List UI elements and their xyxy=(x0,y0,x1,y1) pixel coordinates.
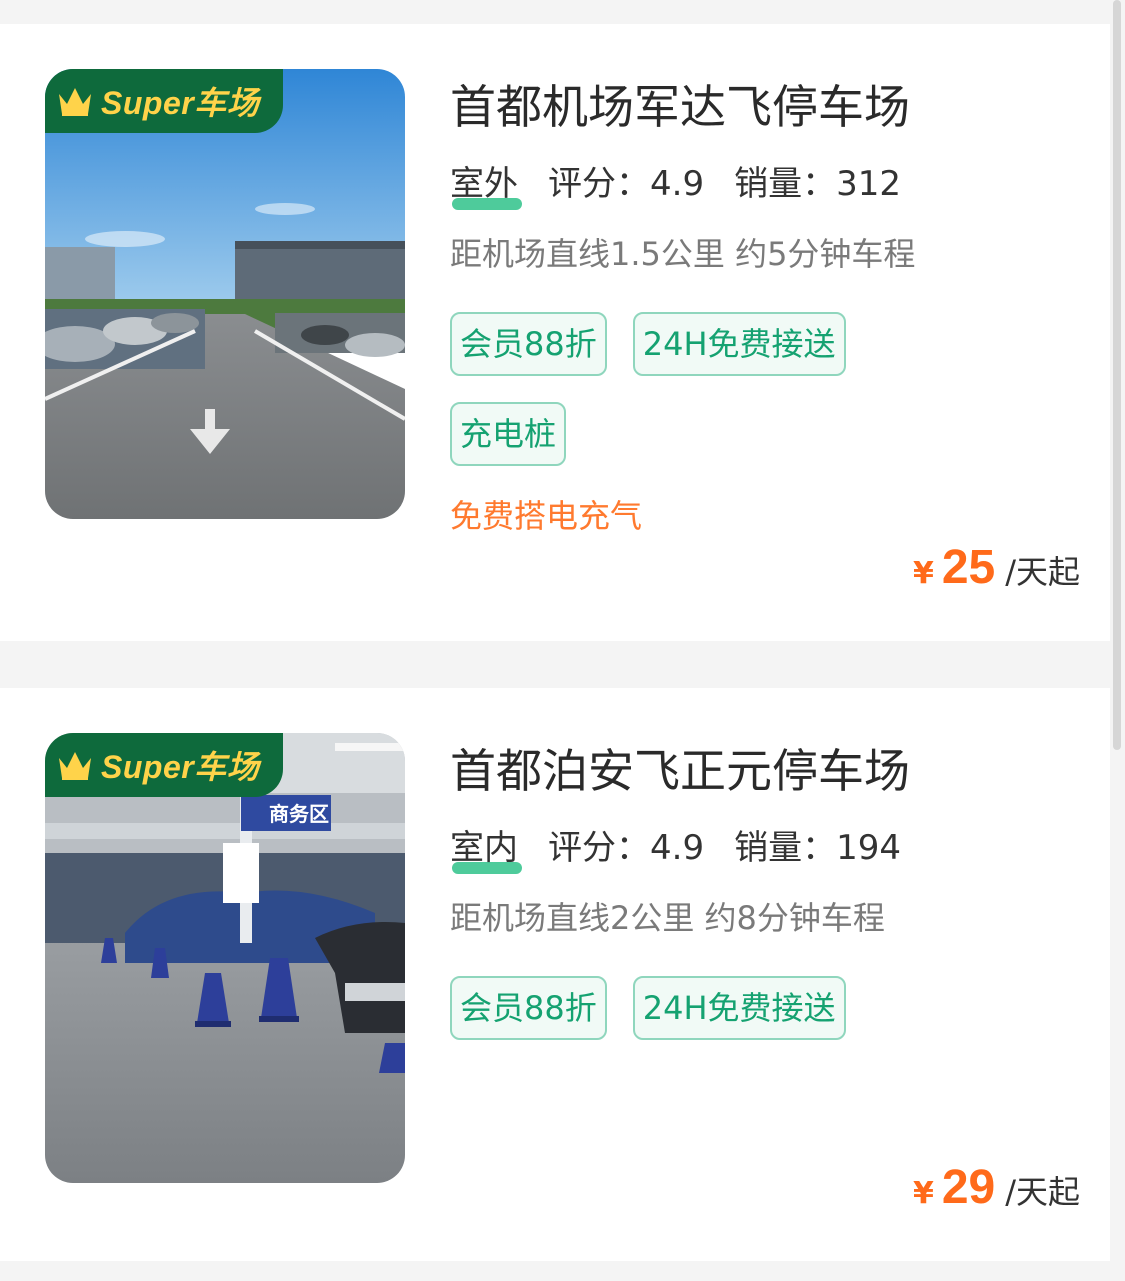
super-lot-badge: Super车场 xyxy=(45,69,283,133)
tag-list: 会员88折 24H免费接送 xyxy=(450,976,950,1040)
parking-lot-meta: 室外 评分：4.9 销量：312 xyxy=(450,164,1080,210)
crown-icon xyxy=(59,88,91,116)
sales-count: 销量：194 xyxy=(734,828,901,868)
rating: 评分：4.9 xyxy=(548,164,705,204)
outdoor-parking-photo xyxy=(45,69,405,519)
parking-lot-card[interactable]: 商务区 Super车场 首都泊安飞正元停车场 室内 评分：4.9 销量：194 xyxy=(0,688,1110,1261)
tag-list: 会员88折 24H免费接送 充电桩 xyxy=(450,312,950,466)
parking-lot-photo: 商务区 Super车场 xyxy=(45,733,405,1183)
parking-lot-name[interactable]: 首都泊安飞正元停车场 xyxy=(450,740,1080,802)
tag-charging-pile: 充电桩 xyxy=(450,402,567,466)
price-unit: /天起 xyxy=(1005,1173,1080,1211)
rating: 评分：4.9 xyxy=(548,828,705,868)
tag-free-shuttle: 24H免费接送 xyxy=(632,976,846,1040)
price: ¥ 29 /天起 xyxy=(913,1160,1080,1215)
distance-info: 距机场直线1.5公里 约5分钟车程 xyxy=(450,235,916,273)
parking-lot-info: 首都泊安飞正元停车场 室内 评分：4.9 销量：194 距机场直线2公里 约8分… xyxy=(450,740,1080,1040)
super-lot-badge: Super车场 xyxy=(45,733,283,797)
price-amount: 25 xyxy=(941,541,996,594)
crown-icon xyxy=(59,752,91,780)
distance-info: 距机场直线2公里 约8分钟车程 xyxy=(450,899,885,937)
currency-symbol: ¥ xyxy=(912,556,934,591)
price: ¥ 25 /天起 xyxy=(913,540,1080,595)
parking-lot-photo: Super车场 xyxy=(45,69,405,519)
badge-text: Super车场 xyxy=(101,749,260,785)
scrollbar[interactable] xyxy=(1113,0,1121,750)
free-service-text: 免费搭电充气 xyxy=(450,497,643,535)
sales-count: 销量：312 xyxy=(734,164,901,204)
parking-lot-card[interactable]: Super车场 首都机场军达飞停车场 室外 评分：4.9 销量：312 距机场直… xyxy=(0,24,1110,641)
currency-symbol: ¥ xyxy=(912,1176,934,1211)
tag-member-discount: 会员88折 xyxy=(450,976,607,1040)
indoor-parking-photo: 商务区 xyxy=(45,733,405,1183)
price-amount: 29 xyxy=(941,1161,996,1214)
parking-lot-name[interactable]: 首都机场军达飞停车场 xyxy=(450,76,1080,138)
parking-lot-info: 首都机场军达飞停车场 室外 评分：4.9 销量：312 距机场直线1.5公里 约… xyxy=(450,76,1080,536)
parking-lot-meta: 室内 评分：4.9 销量：194 xyxy=(450,828,1080,874)
environment-label: 室内 xyxy=(450,828,522,874)
area-sign-text: 商务区 xyxy=(269,802,329,826)
tag-member-discount: 会员88折 xyxy=(450,312,607,376)
tag-free-shuttle: 24H免费接送 xyxy=(632,312,846,376)
list-bottom-gap xyxy=(0,1261,1110,1281)
badge-text: Super车场 xyxy=(101,85,260,121)
price-unit: /天起 xyxy=(1005,553,1080,591)
environment-label: 室外 xyxy=(450,164,522,210)
